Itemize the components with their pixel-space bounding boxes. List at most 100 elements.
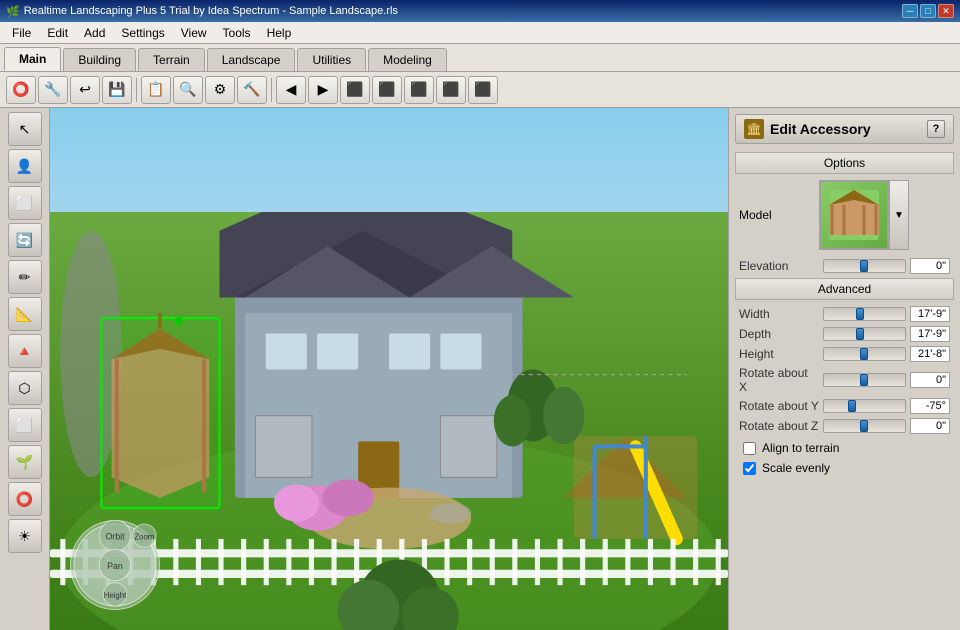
sidebar-btn-0[interactable]: ↖	[8, 112, 42, 146]
field-value-5[interactable]	[910, 418, 950, 434]
sidebar-btn-11[interactable]: ☀	[8, 519, 42, 553]
menu-item-view[interactable]: View	[173, 24, 215, 42]
tab-utilities[interactable]: Utilities	[297, 48, 366, 71]
model-dropdown-button[interactable]: ▼	[889, 180, 909, 250]
elevation-row: Elevation	[735, 258, 954, 274]
toolbar-btn-0[interactable]: ⭕	[6, 76, 36, 104]
scale-evenly-checkbox[interactable]	[743, 462, 756, 475]
model-label: Model	[739, 208, 819, 222]
tab-building[interactable]: Building	[63, 48, 136, 71]
svg-text:Pan: Pan	[107, 561, 123, 571]
slider-thumb-3	[860, 374, 868, 386]
field-row-0: Width	[735, 306, 954, 322]
viewport[interactable]: for(var i=0;i<30;i++) { // Can't do loop…	[50, 108, 728, 630]
field-label-5: Rotate about Z	[739, 419, 819, 433]
maximize-button[interactable]: □	[920, 4, 936, 18]
elevation-label: Elevation	[739, 259, 819, 273]
slider-thumb-0	[856, 308, 864, 320]
toolbar-btn-14[interactable]: ⬛	[468, 76, 498, 104]
field-row-2: Height	[735, 346, 954, 362]
tab-main[interactable]: Main	[4, 47, 61, 71]
toolbar-btn-7[interactable]: 🔨	[237, 76, 267, 104]
advanced-header: Advanced	[735, 278, 954, 300]
close-button[interactable]: ✕	[938, 4, 954, 18]
field-value-0[interactable]	[910, 306, 950, 322]
menu-item-tools[interactable]: Tools	[215, 24, 259, 42]
app-icon: 🌿	[6, 5, 20, 18]
menubar: FileEditAddSettingsViewToolsHelp	[0, 22, 960, 44]
toolbar-separator-4	[136, 78, 137, 102]
menu-item-edit[interactable]: Edit	[39, 24, 76, 42]
menu-item-settings[interactable]: Settings	[113, 24, 172, 42]
slider-thumb-1	[856, 328, 864, 340]
svg-text:Orbit: Orbit	[105, 532, 125, 542]
tab-modeling[interactable]: Modeling	[368, 48, 447, 71]
toolbar-btn-2[interactable]: ↩	[70, 76, 100, 104]
field-label-3: Rotate about X	[739, 366, 819, 394]
slider-thumb-5	[860, 420, 868, 432]
field-value-2[interactable]	[910, 346, 950, 362]
sidebar-btn-1[interactable]: 👤	[8, 149, 42, 183]
toolbar-btn-11[interactable]: ⬛	[372, 76, 402, 104]
scale-evenly-row: Scale evenly	[735, 458, 954, 478]
sidebar-btn-2[interactable]: ⬜	[8, 186, 42, 220]
accessory-icon: 🏛	[746, 122, 761, 136]
field-row-5: Rotate about Z	[735, 418, 954, 434]
minimize-button[interactable]: ─	[902, 4, 918, 18]
field-slider-5[interactable]	[823, 419, 906, 433]
elevation-slider[interactable]	[823, 259, 906, 273]
align-terrain-row: Align to terrain	[735, 438, 954, 458]
svg-text:Zoom: Zoom	[134, 533, 154, 542]
toolbar-btn-10[interactable]: ⬛	[340, 76, 370, 104]
tab-landscape[interactable]: Landscape	[207, 48, 296, 71]
field-value-1[interactable]	[910, 326, 950, 342]
menu-item-add[interactable]: Add	[76, 24, 113, 42]
field-label-4: Rotate about Y	[739, 399, 819, 413]
field-slider-3[interactable]	[823, 373, 906, 387]
field-slider-2[interactable]	[823, 347, 906, 361]
toolbar-btn-4[interactable]: 📋	[141, 76, 171, 104]
help-button[interactable]: ?	[927, 120, 945, 138]
advanced-fields: Width Depth Height Rotate about X Rotate abo…	[735, 306, 954, 434]
panel-header: 🏛 Edit Accessory ?	[735, 114, 954, 144]
field-value-4[interactable]	[910, 398, 950, 414]
toolbar-btn-13[interactable]: ⬛	[436, 76, 466, 104]
sidebar-btn-10[interactable]: ⭕	[8, 482, 42, 516]
sidebar-btn-3[interactable]: 🔄	[8, 223, 42, 257]
align-terrain-label: Align to terrain	[762, 441, 839, 455]
toolbar-btn-8[interactable]: ◀	[276, 76, 306, 104]
toolbar-btn-1[interactable]: 🔧	[38, 76, 68, 104]
sidebar-btn-4[interactable]: ✏	[8, 260, 42, 294]
field-slider-4[interactable]	[823, 399, 906, 413]
field-row-1: Depth	[735, 326, 954, 342]
content: ↖👤⬜🔄✏📐🔺⬡⬜🌱⭕☀	[0, 108, 960, 630]
toolbar-btn-6[interactable]: ⚙	[205, 76, 235, 104]
elevation-value[interactable]	[910, 258, 950, 274]
sidebar-btn-5[interactable]: 📐	[8, 297, 42, 331]
menu-item-file[interactable]: File	[4, 24, 39, 42]
toolbar-btn-9[interactable]: ▶	[308, 76, 338, 104]
field-label-1: Depth	[739, 327, 819, 341]
sidebar-btn-7[interactable]: ⬡	[8, 371, 42, 405]
right-panel: 🏛 Edit Accessory ? Options Model	[728, 108, 960, 630]
toolbar-btn-3[interactable]: 💾	[102, 76, 132, 104]
sidebar-btn-6[interactable]: 🔺	[8, 334, 42, 368]
toolbar-btn-12[interactable]: ⬛	[404, 76, 434, 104]
field-slider-0[interactable]	[823, 307, 906, 321]
advanced-section: Advanced Width Depth Height Rotate about X R…	[735, 278, 954, 478]
field-label-2: Height	[739, 347, 819, 361]
field-slider-1[interactable]	[823, 327, 906, 341]
nav-compass[interactable]: Orbit Pan Zoom Height	[70, 520, 160, 610]
field-row-3: Rotate about X	[735, 366, 954, 394]
field-label-0: Width	[739, 307, 819, 321]
sidebar-btn-9[interactable]: 🌱	[8, 445, 42, 479]
options-header: Options	[735, 152, 954, 174]
toolbar-btn-5[interactable]: 🔍	[173, 76, 203, 104]
field-value-3[interactable]	[910, 372, 950, 388]
titlebar: 🌿 Realtime Landscaping Plus 5 Trial by I…	[0, 0, 960, 22]
panel-header-icon: 🏛	[744, 119, 764, 139]
tab-terrain[interactable]: Terrain	[138, 48, 205, 71]
sidebar-btn-8[interactable]: ⬜	[8, 408, 42, 442]
menu-item-help[interactable]: Help	[259, 24, 300, 42]
align-terrain-checkbox[interactable]	[743, 442, 756, 455]
